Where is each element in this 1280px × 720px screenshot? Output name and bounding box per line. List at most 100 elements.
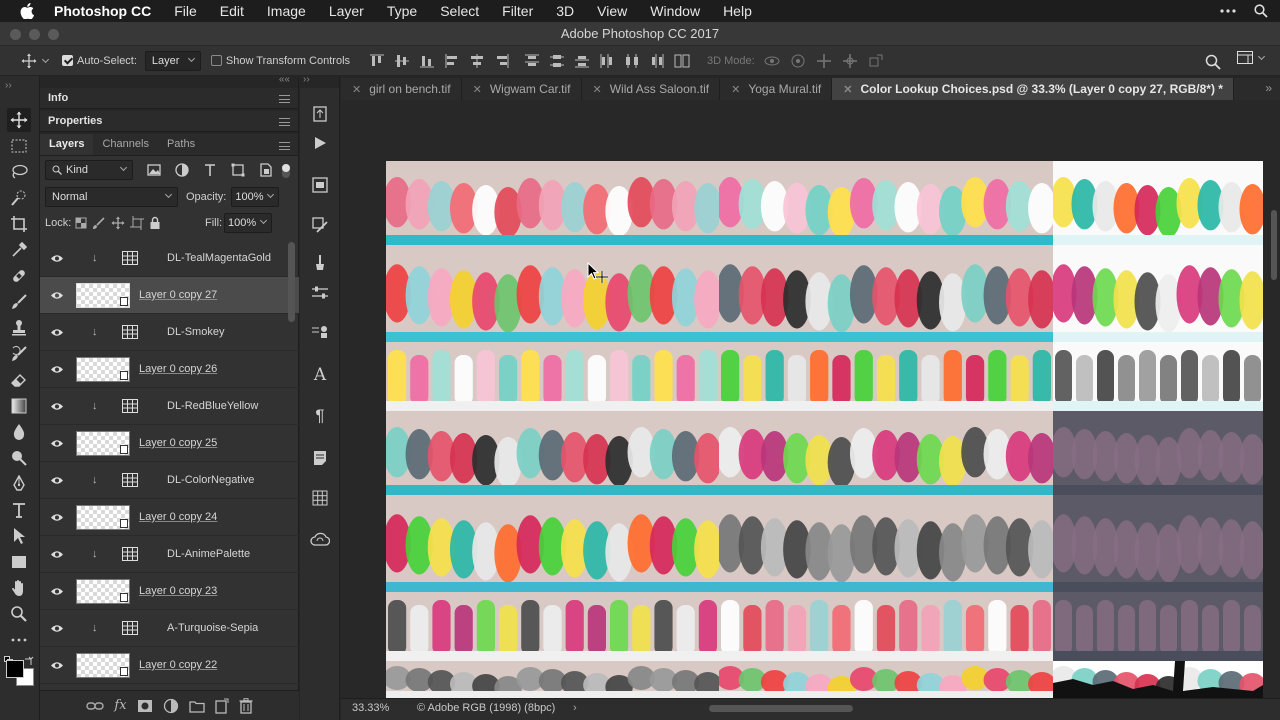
visibility-eye-icon[interactable] xyxy=(50,254,64,263)
history-panel-button[interactable] xyxy=(309,103,331,125)
layer-row[interactable]: Layer 0 copy 26 xyxy=(40,351,299,388)
edit-toolbar-button[interactable] xyxy=(7,628,31,652)
visibility-eye-icon[interactable] xyxy=(50,513,64,522)
clone-source-panel-button[interactable] xyxy=(309,214,331,236)
hand-tool[interactable] xyxy=(7,576,31,600)
move-tool-preset-icon[interactable] xyxy=(18,50,40,72)
filter-kind-dropdown[interactable]: Kind xyxy=(45,160,133,180)
layer-row[interactable]: Layer 0 copy 25 xyxy=(40,425,299,462)
eyedropper-tool[interactable] xyxy=(7,238,31,262)
filter-toggle-icon[interactable] xyxy=(279,160,293,180)
pixel-layer-filter-icon[interactable] xyxy=(143,159,165,181)
close-tab-icon[interactable]: ✕ xyxy=(352,84,361,96)
align-horizontal-centers-icon[interactable] xyxy=(466,50,488,72)
close-tab-icon[interactable]: ✕ xyxy=(593,84,602,96)
zoom-level[interactable]: 33.33% xyxy=(352,702,389,714)
doc-tab[interactable]: ✕ Wigwam Car.tif xyxy=(462,78,582,100)
layer-row[interactable]: ↓ A-Turquoise-Sepia xyxy=(40,610,299,647)
tab-channels[interactable]: Channels xyxy=(93,134,157,155)
type-tool[interactable] xyxy=(7,498,31,522)
tab-paths[interactable]: Paths xyxy=(158,134,204,155)
foreground-color-swatch[interactable] xyxy=(6,660,24,678)
menu-type[interactable]: Type xyxy=(387,3,417,19)
info-panel-menu-icon[interactable] xyxy=(279,95,290,103)
shape-layer-filter-icon[interactable] xyxy=(227,159,249,181)
more-icon[interactable] xyxy=(1220,9,1236,13)
close-tab-icon[interactable]: ✕ xyxy=(473,84,482,96)
visibility-eye-icon[interactable] xyxy=(50,328,64,337)
lock-position-icon[interactable] xyxy=(111,216,125,230)
layer-row[interactable]: ↓ DL-AnimePalette xyxy=(40,536,299,573)
visibility-eye-icon[interactable] xyxy=(50,624,64,633)
quick-selection-tool[interactable] xyxy=(7,186,31,210)
distribute-bottom-icon[interactable] xyxy=(571,50,593,72)
spotlight-search-icon[interactable] xyxy=(1254,4,1268,18)
document-canvas[interactable] xyxy=(386,161,1263,698)
adjustment-layer-filter-icon[interactable] xyxy=(171,159,193,181)
align-right-edges-icon[interactable] xyxy=(491,50,513,72)
3d-orbit-icon[interactable] xyxy=(761,50,783,72)
link-layers-icon[interactable] xyxy=(86,701,105,711)
properties-panel-menu-icon[interactable] xyxy=(279,118,290,126)
smart-object-filter-icon[interactable] xyxy=(255,159,277,181)
libraries-panel-button[interactable] xyxy=(309,528,331,550)
align-bottom-edges-icon[interactable] xyxy=(416,50,438,72)
marquee-tool[interactable] xyxy=(7,134,31,158)
brush-tool[interactable] xyxy=(7,290,31,314)
3d-slide-icon[interactable] xyxy=(839,50,861,72)
fill-field[interactable]: 100% xyxy=(224,213,272,233)
apple-icon[interactable] xyxy=(20,3,34,19)
more-tabs-icon[interactable]: » xyxy=(1265,81,1272,95)
doc-tab[interactable]: ✕ Wild Ass Saloon.tif xyxy=(582,78,721,100)
expand-dock-icon[interactable]: ›› xyxy=(303,74,310,85)
3d-scale-icon[interactable] xyxy=(865,50,887,72)
doc-tab-active[interactable]: ✕ Color Lookup Choices.psd @ 33.3% (Layer… xyxy=(832,78,1234,100)
menu-image[interactable]: Image xyxy=(267,3,306,19)
visibility-eye-icon[interactable] xyxy=(50,365,64,374)
lock-image-pixels-icon[interactable] xyxy=(92,216,106,230)
visibility-eye-icon[interactable] xyxy=(50,476,64,485)
menu-edit[interactable]: Edit xyxy=(220,3,244,19)
canvas-area[interactable] xyxy=(341,100,1280,698)
visibility-eye-icon[interactable] xyxy=(50,550,64,559)
distribute-right-icon[interactable] xyxy=(646,50,668,72)
layers-scrollbar[interactable] xyxy=(288,242,295,322)
brush-settings-panel-button[interactable] xyxy=(309,252,331,274)
healing-brush-tool[interactable] xyxy=(7,264,31,288)
dodge-tool[interactable] xyxy=(7,446,31,470)
clone-stamp-tool[interactable] xyxy=(7,316,31,340)
layer-row[interactable]: ↓ DL-Smokey xyxy=(40,314,299,351)
menu-select[interactable]: Select xyxy=(440,3,479,19)
menu-help[interactable]: Help xyxy=(723,3,752,19)
layer-row[interactable]: ↓ DL-RedBlueYellow xyxy=(40,388,299,425)
visibility-eye-icon[interactable] xyxy=(50,402,64,411)
rectangle-tool[interactable] xyxy=(7,550,31,574)
pen-tool[interactable] xyxy=(7,472,31,496)
tab-layers[interactable]: Layers xyxy=(40,134,94,155)
character-panel-button[interactable]: A xyxy=(309,364,331,386)
layer-row[interactable]: ↓ DL-TealMagentaGold xyxy=(40,240,299,277)
distribute-left-icon[interactable] xyxy=(596,50,618,72)
brush-presets-panel-button[interactable] xyxy=(309,282,331,304)
lock-artboard-icon[interactable] xyxy=(130,216,145,230)
visibility-eye-icon[interactable] xyxy=(50,587,64,596)
new-fill-adjustment-icon[interactable] xyxy=(163,698,179,714)
eraser-tool[interactable] xyxy=(7,368,31,392)
opacity-field[interactable]: 100% xyxy=(231,187,280,207)
menu-app-name[interactable]: Photoshop CC xyxy=(54,3,151,19)
lock-all-icon[interactable] xyxy=(149,216,161,230)
distribute-vcenter-icon[interactable] xyxy=(546,50,568,72)
swap-colors-icon[interactable] xyxy=(24,656,34,666)
layer-row[interactable]: Layer 0 copy 22 xyxy=(40,647,299,684)
menu-3d[interactable]: 3D xyxy=(556,3,574,19)
properties-panel-header[interactable]: Properties xyxy=(40,111,298,132)
new-group-folder-icon[interactable] xyxy=(188,699,205,713)
visibility-eye-icon[interactable] xyxy=(50,291,64,300)
notes-panel-button[interactable] xyxy=(309,447,331,469)
crop-tool[interactable] xyxy=(7,212,31,236)
auto-select-checkbox[interactable] xyxy=(62,55,73,66)
path-selection-tool[interactable] xyxy=(7,524,31,548)
zoom-tool[interactable] xyxy=(7,602,31,626)
doc-tab[interactable]: ✕ Yoga Mural.tif xyxy=(720,78,833,100)
lasso-tool[interactable] xyxy=(7,160,31,184)
